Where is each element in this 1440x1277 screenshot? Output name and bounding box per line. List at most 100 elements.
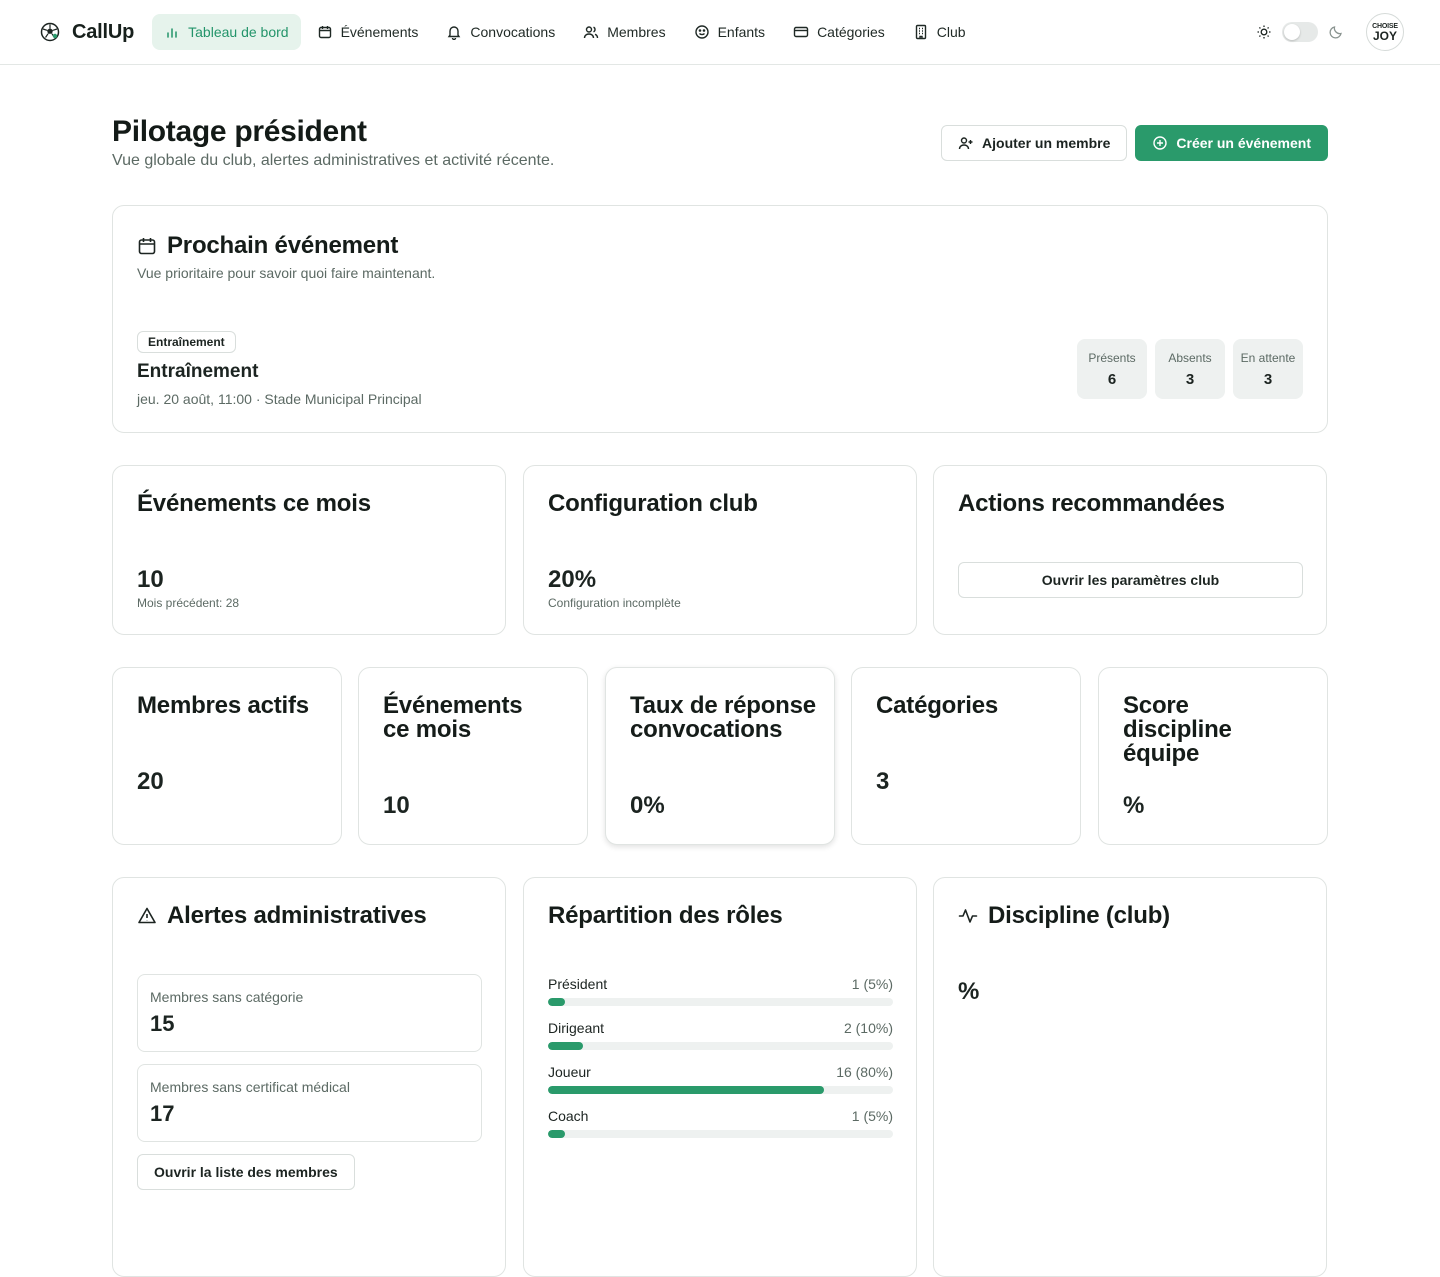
header-actions: Ajouter un membre Créer un événement <box>941 125 1328 161</box>
nav-label: Membres <box>607 24 666 40</box>
card-title: Événements ce mois <box>137 490 371 517</box>
open-club-settings-button[interactable]: Ouvrir les paramètres club <box>958 562 1303 598</box>
kpi-value: 3 <box>876 768 890 795</box>
next-event-description: Vue prioritaire pour savoir quoi faire m… <box>137 265 436 281</box>
nav-label: Club <box>936 24 966 40</box>
role-bar-track <box>548 998 893 1006</box>
moon-icon <box>1329 26 1342 39</box>
discipline-card: Discipline (club) % <box>933 877 1327 1277</box>
brand[interactable]: CallUp <box>40 21 134 44</box>
club-config-note: Configuration incomplète <box>548 596 681 610</box>
bar-chart-icon <box>167 28 177 38</box>
stat-value: 6 <box>1107 370 1117 388</box>
kpi-value: 20 <box>137 768 164 795</box>
nav-label: Catégories <box>817 24 885 40</box>
role-count: 1 (5%) <box>851 1108 893 1124</box>
role-bar-fill <box>548 1130 566 1138</box>
warning-triangle-icon <box>138 907 156 924</box>
admin-alerts-card: Alertes administratives Membres sans cat… <box>112 877 506 1277</box>
theme-controls: CHOISE JOY <box>1256 13 1404 51</box>
alert-label: Membres sans catégorie <box>150 989 304 1005</box>
nav-label: Événements <box>340 24 419 40</box>
next-event-title-text: Prochain événement <box>167 232 399 259</box>
add-member-button[interactable]: Ajouter un membre <box>941 125 1128 161</box>
create-event-label: Créer un événement <box>1176 135 1311 151</box>
building-icon <box>915 24 926 40</box>
card-title: Configuration club <box>548 490 758 517</box>
dashboard-page: Pilotage président Vue globale du club, … <box>112 65 1328 1277</box>
calendar-icon <box>138 238 156 255</box>
nav-label: Tableau de bord <box>188 24 289 40</box>
activity-pulse-icon <box>958 909 978 923</box>
events-month-card: Événements ce mois 10 Mois précédent: 28 <box>112 465 506 635</box>
card-title: Taux de réponse convocations <box>630 692 816 743</box>
role-row: Coach 1 (5%) <box>548 1108 893 1138</box>
plus-circle-icon <box>1153 136 1168 150</box>
nav-item-dashboard[interactable]: Tableau de bord <box>152 14 301 50</box>
card-icon <box>793 26 809 38</box>
user-plus-icon <box>958 137 973 150</box>
alert-no-category[interactable]: Membres sans catégorie 15 <box>137 974 482 1052</box>
nav-label: Convocations <box>470 24 556 40</box>
kpi-value: 10 <box>383 792 410 819</box>
nav-item-members[interactable]: Membres <box>571 14 677 50</box>
stat-label: Absents <box>1168 350 1212 365</box>
discipline-value: % <box>958 978 980 1005</box>
role-count: 2 (10%) <box>843 1020 893 1036</box>
nav-item-categories[interactable]: Catégories <box>781 14 897 50</box>
role-bar-fill <box>548 1042 583 1050</box>
user-avatar[interactable]: CHOISE JOY <box>1366 13 1404 51</box>
nav-item-children[interactable]: Enfants <box>682 14 777 50</box>
role-label: Dirigeant <box>548 1020 605 1036</box>
kpi-response-rate: Taux de réponse convocations 0% <box>605 667 835 845</box>
kpi-events-month: Événements ce mois 10 <box>358 667 588 845</box>
main-nav: Tableau de bord Événements Convocations … <box>152 14 977 50</box>
add-member-label: Ajouter un membre <box>982 135 1111 151</box>
kpi-active-members: Membres actifs 20 <box>112 667 342 845</box>
role-bar-track <box>548 1042 893 1050</box>
alert-value: 17 <box>150 1101 175 1126</box>
avatar-text-line2: JOY <box>1372 28 1397 43</box>
alert-value: 15 <box>150 1011 175 1036</box>
stat-value: 3 <box>1185 370 1195 388</box>
role-label: Coach <box>548 1108 589 1124</box>
discipline-title-text: Discipline (club) <box>988 902 1170 929</box>
event-meta: jeu. 20 août, 11:00 · Stade Municipal Pr… <box>137 391 422 407</box>
nav-item-events[interactable]: Événements <box>305 14 431 50</box>
role-count: 1 (5%) <box>851 976 893 992</box>
open-members-list-button[interactable]: Ouvrir la liste des membres <box>137 1154 355 1190</box>
stat-pending: En attente 3 <box>1233 339 1303 399</box>
next-event-title: Prochain événement <box>137 232 398 260</box>
stat-absent: Absents 3 <box>1155 339 1225 399</box>
kpi-discipline-score: Score discipline équipe % <box>1098 667 1328 845</box>
app-name: CallUp <box>72 20 135 43</box>
attendance-stats: Présents 6 Absents 3 En attente 3 <box>1077 339 1303 399</box>
role-row: Dirigeant 2 (10%) <box>548 1020 893 1050</box>
card-title: Répartition des rôles <box>548 902 783 929</box>
club-config-value: 20% <box>548 566 597 593</box>
admin-alerts-title-text: Alertes administratives <box>167 902 427 929</box>
role-label: Joueur <box>548 1064 591 1080</box>
event-type-badge: Entraînement <box>137 331 236 353</box>
soccer-ball-logo-icon <box>40 22 60 42</box>
stat-label: En attente <box>1240 350 1296 365</box>
stat-present: Présents 6 <box>1077 339 1147 399</box>
alert-no-medical-certificate[interactable]: Membres sans certificat médical 17 <box>137 1064 482 1142</box>
theme-toggle[interactable] <box>1282 22 1318 42</box>
role-bar-track <box>548 1086 893 1094</box>
kpi-value: % <box>1123 792 1145 819</box>
page-title: Pilotage président <box>112 115 367 148</box>
bell-icon <box>448 26 461 40</box>
role-count: 16 (80%) <box>836 1064 893 1080</box>
events-month-note: Mois précédent: 28 <box>137 596 240 610</box>
club-config-card: Configuration club 20% Configuration inc… <box>523 465 917 635</box>
nav-label: Enfants <box>717 24 766 40</box>
top-navigation-bar: CallUp Tableau de bord Événements Convoc… <box>0 0 1440 65</box>
calendar-icon <box>318 26 331 39</box>
page-header: Pilotage président Vue globale du club, … <box>112 65 1328 205</box>
nav-item-club[interactable]: Club <box>901 14 978 50</box>
event-name[interactable]: Entraînement <box>137 361 258 383</box>
nav-item-convocations[interactable]: Convocations <box>434 14 567 50</box>
create-event-button[interactable]: Créer un événement <box>1135 125 1328 161</box>
roles-list: Président 1 (5%) Dirigeant 2 (10%) Joueur 1… <box>548 976 893 1152</box>
